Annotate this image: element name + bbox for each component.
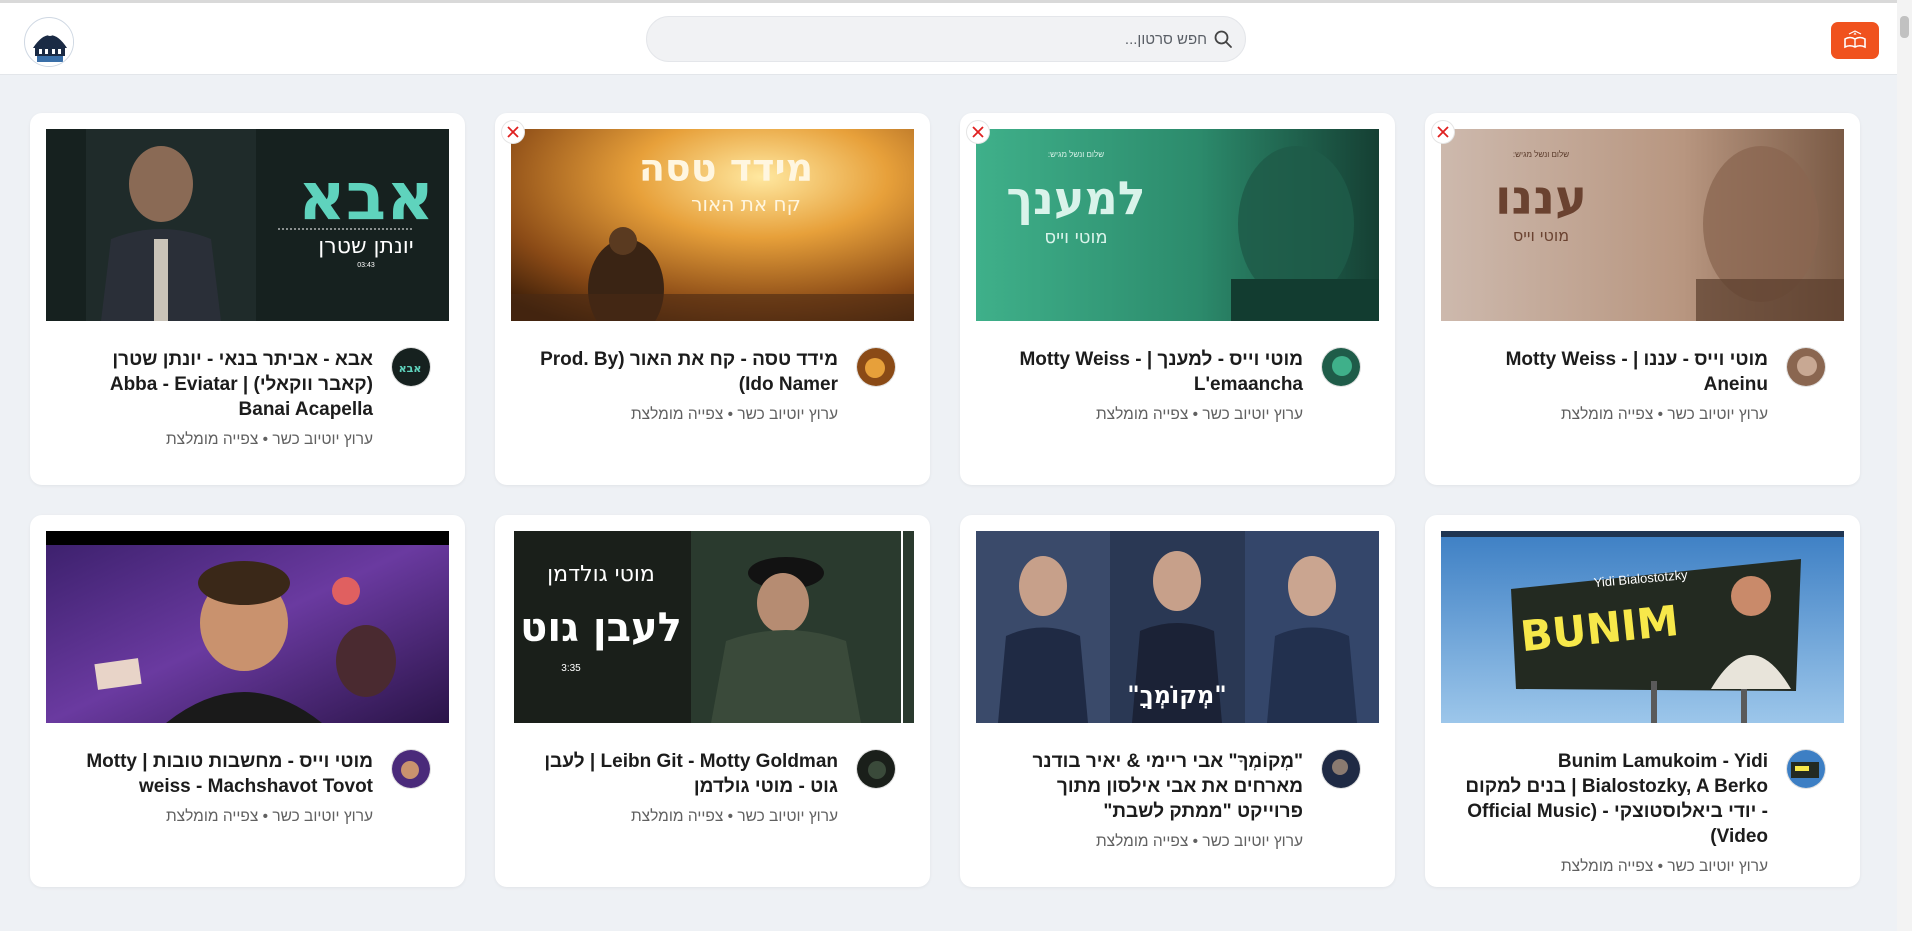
video-card[interactable]: אבא יונתן שטרן 03:43 אבא אבא - אביתר בנא… bbox=[30, 113, 465, 485]
video-card[interactable]: מידד טסה קח את האור מידד טסה - קח את האו… bbox=[495, 113, 930, 485]
thumb-subtitle-text: יונתן שטרן bbox=[318, 234, 413, 259]
video-title-text[interactable]: "מְקוֹמְךָ" אבי ריימי & יאיר בודנר מארחי… bbox=[993, 749, 1303, 824]
thumb-top-text: שלום ונשל מגיש: bbox=[1513, 150, 1569, 159]
channel-avatar[interactable] bbox=[856, 749, 896, 789]
video-thumbnail[interactable]: אבא יונתן שטרן 03:43 bbox=[46, 129, 449, 321]
thumb-subtitle-text: מוטי וייס bbox=[1513, 226, 1569, 245]
video-card[interactable]: שלום ונשל מגיש: למענך מוטי וייס מוטי ויי… bbox=[960, 113, 1395, 485]
svg-text:אבא: אבא bbox=[399, 362, 422, 375]
video-title-text[interactable]: Leibn Git - Motty Goldman | לעבן גוט - מ… bbox=[528, 749, 838, 799]
video-title[interactable]: Bunim Lamukoim - Yidi Bialostozky, A Ber… bbox=[1458, 749, 1768, 877]
video-meta: ערוץ יוטיוב כשר • צפייה מומלצת bbox=[630, 406, 838, 423]
search-input[interactable] bbox=[687, 17, 1207, 61]
thumb-subtitle-text: מוטי גולדמן bbox=[547, 562, 655, 587]
top-bar bbox=[0, 0, 1897, 75]
video-meta: ערוץ יוטיוב כשר • צפייה מומלצת bbox=[165, 431, 373, 448]
open-book-button[interactable] bbox=[1831, 22, 1879, 59]
thumb-top-text: שלום ונשל מגיש: bbox=[1048, 150, 1104, 159]
thumb-title-text: "מְקוֹמְךָ" bbox=[1127, 681, 1227, 709]
video-card[interactable]: מוטי גולדמן לעבן גוט 3:35 Leibn Git - Mo… bbox=[495, 515, 930, 887]
thumb-subtitle-text: מוטי וייס bbox=[1044, 227, 1107, 248]
recommended-tag: צפייה מומלצת bbox=[630, 808, 724, 825]
channel-avatar[interactable] bbox=[1321, 749, 1361, 789]
channel-name[interactable]: ערוץ יוטיוב כשר bbox=[1667, 406, 1768, 423]
video-thumbnail[interactable]: שלום ונשל מגיש: למענך מוטי וייס bbox=[976, 129, 1379, 321]
video-title[interactable]: מוטי וייס - למענך | Motty Weiss - L'emaa… bbox=[993, 347, 1303, 425]
search-bar[interactable] bbox=[646, 16, 1246, 62]
video-meta: ערוץ יוטיוב כשר • צפייה מומלצת bbox=[165, 808, 373, 825]
video-title-text[interactable]: מוטי וייס - מחשבות טובות | Motty weiss -… bbox=[63, 749, 373, 799]
video-title[interactable]: Leibn Git - Motty Goldman | לעבן גוט - מ… bbox=[528, 749, 838, 827]
video-card[interactable]: שלום ונשל מגיש: עננו מוטי וייס מוטי וייס… bbox=[1425, 113, 1860, 485]
close-icon bbox=[972, 126, 984, 138]
remove-video-button[interactable] bbox=[501, 120, 525, 144]
thumb-title-text: לעבן גוט bbox=[520, 605, 682, 651]
channel-avatar[interactable] bbox=[391, 749, 431, 789]
video-title[interactable]: "מְקוֹמְךָ" אבי ריימי & יאיר בודנר מארחי… bbox=[993, 749, 1303, 852]
channel-avatar[interactable] bbox=[1786, 347, 1826, 387]
site-logo[interactable] bbox=[24, 17, 74, 67]
video-title-text[interactable]: מוטי וייס - עננו | Motty Weiss - Aneinu bbox=[1458, 347, 1768, 397]
channel-avatar[interactable] bbox=[856, 347, 896, 387]
thumb-title-text: אבא bbox=[298, 158, 434, 235]
channel-name[interactable]: ערוץ יוטיוב כשר bbox=[272, 431, 373, 448]
video-title[interactable]: מוטי וייס - עננו | Motty Weiss - Aneinu … bbox=[1458, 347, 1768, 425]
recommended-tag: צפייה מומלצת bbox=[165, 431, 259, 448]
thumb-subtitle-text: קח את האור bbox=[691, 192, 801, 216]
open-book-icon bbox=[1844, 30, 1866, 49]
video-thumbnail[interactable]: BUNIM Yidi Bialostotzky bbox=[1441, 531, 1844, 723]
video-meta: ערוץ יוטיוב כשר • צפייה מומלצת bbox=[630, 808, 838, 825]
video-grid: שלום ונשל מגיש: עננו מוטי וייס מוטי וייס… bbox=[30, 113, 1860, 887]
recommended-tag: צפייה מומלצת bbox=[1095, 406, 1189, 423]
video-meta: ערוץ יוטיוב כשר • צפייה מומלצת bbox=[1095, 406, 1303, 423]
video-title-text[interactable]: אבא - אביתר בנאי - יונתן שטרן (קאבר ווקא… bbox=[63, 347, 373, 422]
channel-name[interactable]: ערוץ יוטיוב כשר bbox=[737, 808, 838, 825]
video-title-text[interactable]: מידד טסה - קח את האור (Prod. By Ido Name… bbox=[528, 347, 838, 397]
thumb-title-text: למענך bbox=[1006, 171, 1145, 225]
logo-emblem-icon bbox=[26, 19, 73, 66]
video-title[interactable]: אבא - אביתר בנאי - יונתן שטרן (קאבר ווקא… bbox=[63, 347, 373, 450]
video-thumbnail[interactable]: "מְקוֹמְךָ" bbox=[976, 531, 1379, 723]
page-scrollbar[interactable] bbox=[1897, 0, 1912, 931]
channel-name[interactable]: ערוץ יוטיוב כשר bbox=[1202, 833, 1303, 850]
video-title[interactable]: מידד טסה - קח את האור (Prod. By Ido Name… bbox=[528, 347, 838, 425]
video-thumbnail[interactable] bbox=[46, 531, 449, 723]
video-card[interactable]: BUNIM Yidi Bialostotzky Bunim Lamukoim -… bbox=[1425, 515, 1860, 887]
thumb-title-text: מידד טסה bbox=[639, 146, 813, 190]
thumb-title-text: עננו bbox=[1495, 170, 1587, 226]
thumb-duration-text: 03:43 bbox=[357, 262, 375, 269]
channel-name[interactable]: ערוץ יוטיוב כשר bbox=[272, 808, 373, 825]
video-meta: ערוץ יוטיוב כשר • צפייה מומלצת bbox=[1560, 406, 1768, 423]
close-icon bbox=[507, 126, 519, 138]
thumb-duration-text: 3:35 bbox=[561, 663, 581, 674]
recommended-tag: צפייה מומלצת bbox=[165, 808, 259, 825]
video-thumbnail[interactable]: שלום ונשל מגיש: עננו מוטי וייס bbox=[1441, 129, 1844, 321]
close-icon bbox=[1437, 126, 1449, 138]
video-card[interactable]: "מְקוֹמְךָ" "מְקוֹמְךָ" אבי ריימי & יאיר… bbox=[960, 515, 1395, 887]
video-title[interactable]: מוטי וייס - מחשבות טובות | Motty weiss -… bbox=[63, 749, 373, 827]
video-meta: ערוץ יוטיוב כשר • צפייה מומלצת bbox=[1560, 858, 1768, 875]
video-meta: ערוץ יוטיוב כשר • צפייה מומלצת bbox=[1095, 833, 1303, 850]
recommended-tag: צפייה מומלצת bbox=[1095, 833, 1189, 850]
search-icon[interactable] bbox=[1213, 29, 1233, 49]
channel-name[interactable]: ערוץ יוטיוב כשר bbox=[737, 406, 838, 423]
video-thumbnail[interactable]: מידד טסה קח את האור bbox=[511, 129, 914, 321]
recommended-tag: צפייה מומלצת bbox=[1560, 858, 1654, 875]
channel-avatar[interactable] bbox=[1321, 347, 1361, 387]
scrollbar-thumb[interactable] bbox=[1900, 16, 1909, 38]
channel-name[interactable]: ערוץ יוטיוב כשר bbox=[1202, 406, 1303, 423]
video-card[interactable]: מוטי וייס - מחשבות טובות | Motty weiss -… bbox=[30, 515, 465, 887]
recommended-tag: צפייה מומלצת bbox=[630, 406, 724, 423]
recommended-tag: צפייה מומלצת bbox=[1560, 406, 1654, 423]
remove-video-button[interactable] bbox=[1431, 120, 1455, 144]
video-title-text[interactable]: מוטי וייס - למענך | Motty Weiss - L'emaa… bbox=[993, 347, 1303, 397]
remove-video-button[interactable] bbox=[966, 120, 990, 144]
channel-name[interactable]: ערוץ יוטיוב כשר bbox=[1667, 858, 1768, 875]
channel-avatar[interactable] bbox=[1786, 749, 1826, 789]
channel-avatar[interactable]: אבא bbox=[391, 347, 431, 387]
video-title-text[interactable]: Bunim Lamukoim - Yidi Bialostozky, A Ber… bbox=[1458, 749, 1768, 849]
video-thumbnail[interactable]: מוטי גולדמן לעבן גוט 3:35 bbox=[511, 531, 914, 723]
